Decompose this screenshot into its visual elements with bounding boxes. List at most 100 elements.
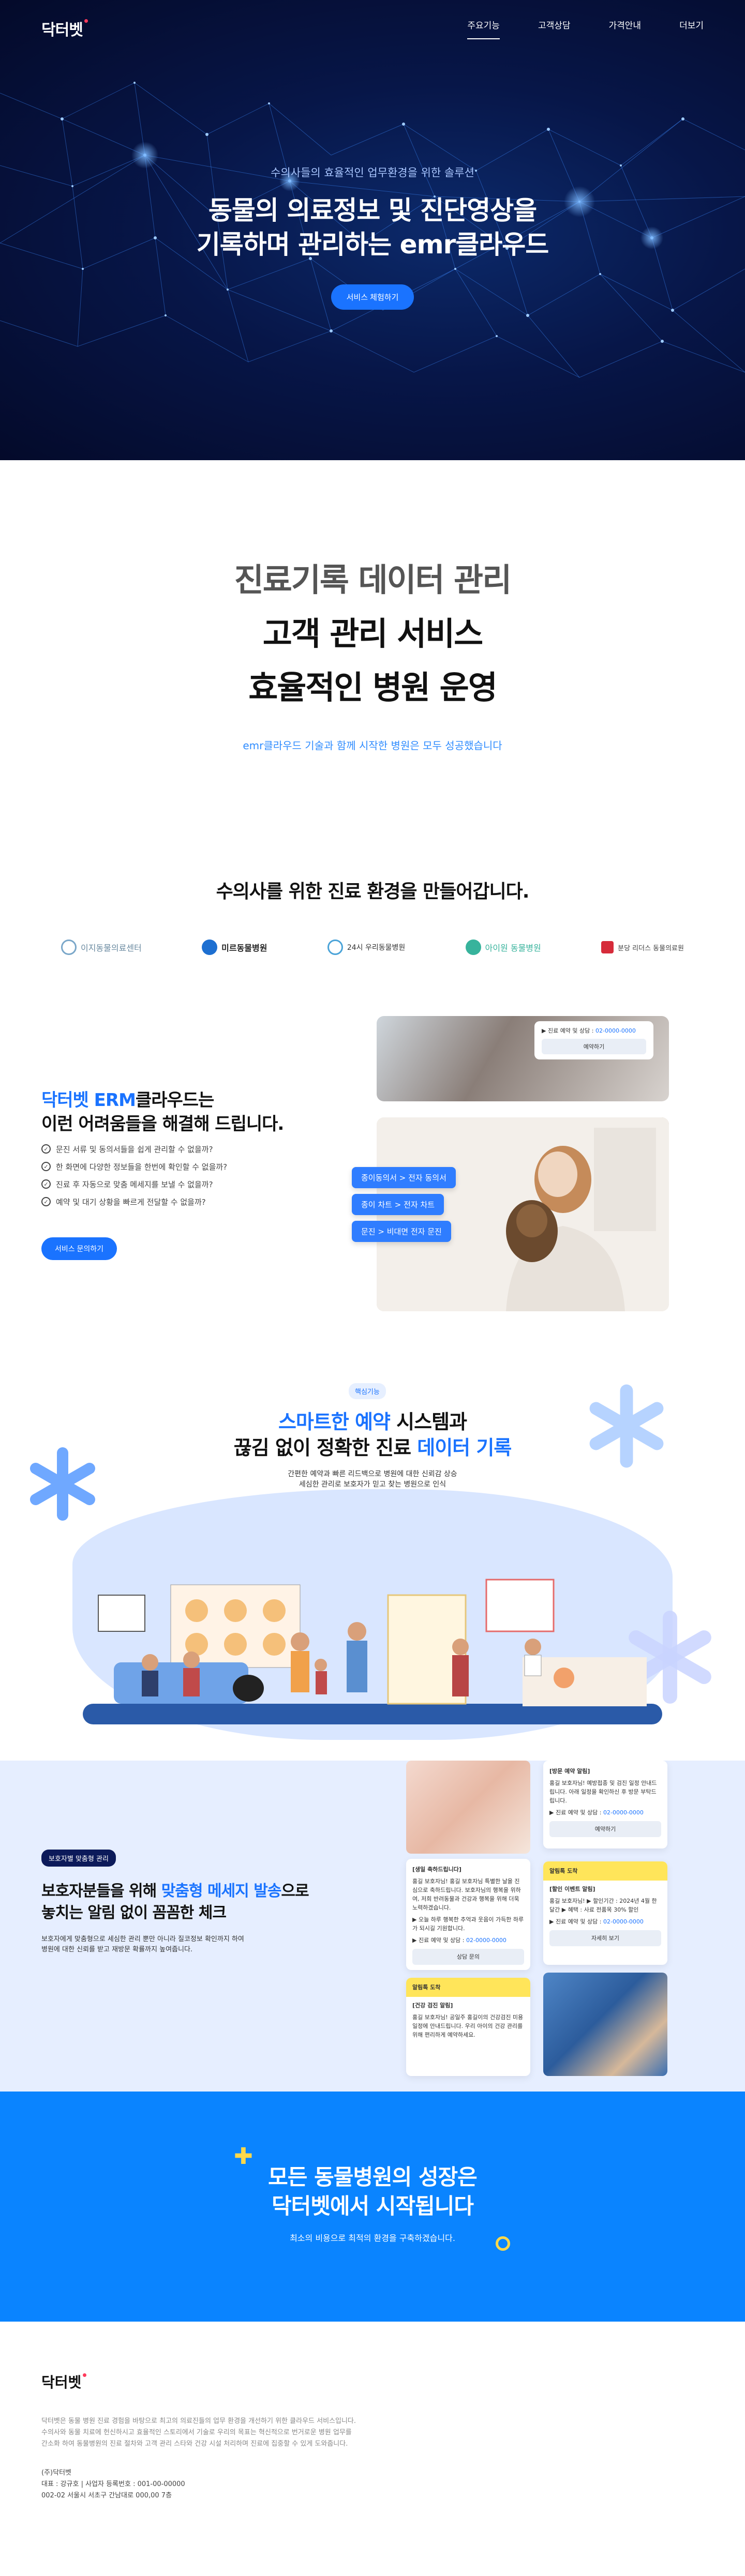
- ring-icon: [496, 2236, 510, 2251]
- solution-list: ✓ 문진 서류 및 동의서들을 쉽게 관리할 수 없을까? ✓ 한 화면에 다양한 …: [41, 1140, 227, 1210]
- list-item-text: 한 화면에 다양한 정보들을 한번에 확인할 수 없을까?: [56, 1162, 228, 1172]
- vet-with-pets-photo: [543, 1973, 667, 2076]
- list-item: ✓ 문진 서류 및 동의서들을 쉽게 관리할 수 없을까?: [41, 1140, 227, 1158]
- feature-title-highlight: 데이터 기록: [417, 1436, 512, 1459]
- hero-content: 수의사들의 효율적인 업무환경을 위한 솔루션 동물의 의료정보 및 진단영상을…: [0, 164, 745, 310]
- logo-dot-icon: [83, 2373, 87, 2377]
- contact-service-button[interactable]: 서비스 문의하기: [41, 1237, 117, 1260]
- footer-description: 닥터벳은 동물 병원 진료 경험을 바탕으로 최고의 의료진들의 업무 환경을 …: [41, 2416, 704, 2450]
- card-header: 알림톡 도착: [543, 1861, 667, 1881]
- card-body: 홍길 보호자님! ▶ 할인기간 : 2024년 4월 한 달간 ▶ 혜택 : 사…: [549, 1898, 657, 1913]
- discount-event-card: 알림톡 도착 [할인 이벤트 알림] 홍길 보호자님! ▶ 할인기간 : 202…: [543, 1861, 667, 1965]
- visit-reminder-card: [방문 예약 알림] 홍길 보호자님! 예방접종 및 검진 일정 안내드립니다.…: [543, 1761, 667, 1848]
- notice-tag: 보호자별 맞춤형 관리: [41, 1850, 116, 1867]
- notice-title-text: 으로: [281, 1882, 309, 1900]
- intro-section: 진료기록 데이터 관리 고객 관리 서비스 효율적인 병원 운영 emr클라우드…: [0, 460, 745, 835]
- hero-section: 수의사들의 효율적인 업무환경을 위한 솔루션 동물의 의료정보 및 진단영상을…: [0, 0, 745, 460]
- feature-title-highlight: 스마트한 예약: [278, 1411, 391, 1433]
- site-header: 닥터벳 주요기능 고객상담 가격안내 더보기: [0, 0, 745, 57]
- details-button[interactable]: 자세히 보기: [549, 1930, 661, 1946]
- footer-company-info: (주)닥터벳 대표 : 강규호 | 사업자 등록번호 : 001-00-0000…: [41, 2467, 704, 2502]
- footer-desc-line: 간소화 하여 동물병원의 진료 절차와 고객 관리 스타와 건강 시설 처리하며…: [41, 2440, 348, 2448]
- card-title: [방문 예약 알림]: [549, 1768, 590, 1775]
- reserve-button[interactable]: 예약하기: [542, 1039, 646, 1054]
- feature-desc-line: 세심한 관리로 보호자가 믿고 찾는 병원으로 인식: [299, 1480, 446, 1489]
- company-registration: 대표 : 강규호 | 사업자 등록번호 : 001-00-00000: [41, 2480, 185, 2488]
- partner-mark-icon: [202, 940, 218, 955]
- nav-more[interactable]: 더보기: [679, 18, 704, 39]
- partners-section: 수의사를 위한 진료 환경을 만들어갑니다. 이지동물의료센터 미르동물병원 2…: [0, 835, 745, 1016]
- card-phone: 02-0000-0000: [603, 1809, 644, 1816]
- list-item: ✓ 예약 및 대기 상황을 빠르게 전달할 수 없을까?: [41, 1193, 227, 1210]
- card-title: [건강 검진 알림]: [412, 2002, 453, 2009]
- cta-title: 모든 동물병원의 성장은 닥터벳에서 시작됩니다: [0, 2092, 745, 2221]
- cta-title-line1: 모든 동물병원의 성장은: [268, 2164, 478, 2190]
- card-phone: 02-0000-0000: [466, 1937, 506, 1944]
- intro-line-2: 고객 관리 서비스: [262, 615, 483, 653]
- plus-icon: ✚: [234, 2143, 253, 2170]
- solution-title-rest: 클라우드는: [135, 1090, 214, 1111]
- partner-name: 이지동물의료센터: [81, 943, 142, 953]
- card-title: [생일 축하드립니다]: [412, 1866, 461, 1873]
- list-item: ✓ 한 화면에 다양한 정보들을 한번에 확인할 수 없을까?: [41, 1158, 227, 1175]
- card-contact-label: ▶ 진료 예약 및 상담 :: [412, 1937, 466, 1944]
- list-item-text: 문진 서류 및 동의서들을 쉽게 관리할 수 없을까?: [56, 1144, 213, 1154]
- solution-title: 닥터벳 ERM클라우드는 이런 어려움들을 해결해 드립니다.: [41, 1088, 284, 1136]
- main-nav: 주요기능 고객상담 가격안내 더보기: [467, 18, 704, 39]
- feature-description: 간편한 예약과 빠른 리드백으로 병원에 대한 신뢰감 상승 세심한 관리로 보…: [0, 1469, 745, 1490]
- try-service-button[interactable]: 서비스 체험하기: [331, 284, 414, 310]
- card-title: [할인 이벤트 알림]: [549, 1886, 595, 1892]
- partner-cross-icon: [601, 941, 614, 953]
- list-item-text: 예약 및 대기 상황을 빠르게 전달할 수 없을까?: [56, 1197, 206, 1207]
- reserve-button[interactable]: 예약하기: [549, 1821, 661, 1837]
- card-note: ▶ 오늘 하루 행복한 추억과 웃음이 가득한 하루가 되시길 기원합니다.: [412, 1916, 524, 1932]
- list-item-text: 진료 후 자동으로 맞춤 메세지를 보낼 수 없을까?: [56, 1179, 213, 1189]
- solution-section: 닥터벳 ERM클라우드는 이런 어려움들을 해결해 드립니다. ✓ 문진 서류 및…: [0, 1016, 745, 1378]
- chart-chip: 종이 차트 > 전자 차트: [352, 1194, 444, 1215]
- cta-title-line2: 닥터벳에서 시작됩니다: [271, 2193, 474, 2219]
- feature-section: 핵심기능 스마트한 예약 시스템과 끊김 없이 정확한 진료 데이터 기록 간편…: [0, 1378, 745, 1761]
- partner-name: 분당 리더스 동물의료원: [618, 944, 684, 952]
- cta-section: ✚ 모든 동물병원의 성장은 닥터벳에서 시작됩니다 최소의 비용으로 최적의 …: [0, 2092, 745, 2322]
- partner-mark-icon: [61, 940, 77, 955]
- partner-mark-icon: [465, 940, 481, 955]
- consent-form-chip: 종이동의서 > 전자 동의서: [352, 1167, 456, 1188]
- reservation-phone: 02-0000-0000: [595, 1027, 636, 1034]
- company-name: (주)닥터벳: [41, 2469, 71, 2477]
- hero-title: 동물의 의료정보 및 진단영상을 기록하며 관리하는 emr클라우드: [0, 193, 745, 262]
- feature-title: 스마트한 예약 시스템과 끊김 없이 정확한 진료 데이터 기록: [0, 1409, 745, 1461]
- hero-title-line1: 동물의 의료정보 및 진단영상을: [208, 195, 537, 225]
- site-footer: 닥터벳 닥터벳은 동물 병원 진료 경험을 바탕으로 최고의 의료진들의 업무 …: [0, 2322, 745, 2568]
- company-address: 002-02 서울시 서초구 간남대로 000,00 7층: [41, 2492, 172, 2499]
- footer-logo[interactable]: 닥터벳: [41, 2371, 704, 2392]
- nav-pricing[interactable]: 가격안내: [609, 18, 642, 39]
- logo[interactable]: 닥터벳: [41, 17, 88, 40]
- notice-section: 보호자별 맞춤형 관리 보호자분들을 위해 맞춤형 메세지 발송으로 놓치는 알…: [0, 1761, 745, 2092]
- intro-line-3: 효율적인 병원 운영: [248, 669, 498, 706]
- nav-consult[interactable]: 고객상담: [538, 18, 571, 39]
- solution-title-brand: 닥터벳 ERM: [41, 1090, 136, 1111]
- consult-button[interactable]: 상담 문의: [412, 1949, 524, 1965]
- partner-logo: 이지동물의료센터: [61, 940, 142, 955]
- partner-logo: 아이원 동물병원: [465, 940, 541, 955]
- footer-logo-text: 닥터벳: [41, 2374, 82, 2391]
- partners-title: 수의사를 위한 진료 환경을 만들어갑니다.: [216, 881, 530, 902]
- hero-title-line2: 기록하며 관리하는 emr클라우드: [196, 230, 549, 260]
- partner-logo: 24시 우리동물병원: [327, 940, 405, 955]
- notice-title: 보호자분들을 위해 맞춤형 메세지 발송으로 놓치는 알림 없이 꼼꼼한 체크: [41, 1881, 309, 1924]
- notice-description: 보호자에게 맞춤형으로 세심한 관리 뿐만 아니라 질코정보 확인까지 하여 병…: [41, 1934, 244, 1955]
- cat-checkup-photo: ▶ 진료 예약 및 상담 : 02-0000-0000 예약하기: [377, 1016, 669, 1101]
- check-icon: ✓: [41, 1144, 51, 1154]
- partner-logos: 이지동물의료센터 미르동물병원 24시 우리동물병원 아이원 동물병원 분당 리…: [61, 940, 684, 955]
- feature-tag: 핵심기능: [349, 1383, 386, 1399]
- intro-line-1: 진료기록 데이터 관리: [234, 561, 512, 599]
- partner-name: 24시 우리동물병원: [347, 944, 406, 952]
- card-body: 홍길 보호자님! 홍길 보호자님 특별한 날을 진심으로 축하드립니다. 보호자…: [412, 1878, 521, 1911]
- partner-name: 미르동물병원: [221, 943, 267, 953]
- nav-features[interactable]: 주요기능: [467, 18, 500, 39]
- check-icon: ✓: [41, 1162, 51, 1171]
- partner-logo: 분당 리더스 동물의료원: [601, 941, 684, 953]
- solution-title-line2: 이런 어려움들을 해결해 드립니다.: [41, 1114, 284, 1134]
- logo-text: 닥터벳: [41, 21, 83, 39]
- clinic-illustration: [83, 1579, 662, 1724]
